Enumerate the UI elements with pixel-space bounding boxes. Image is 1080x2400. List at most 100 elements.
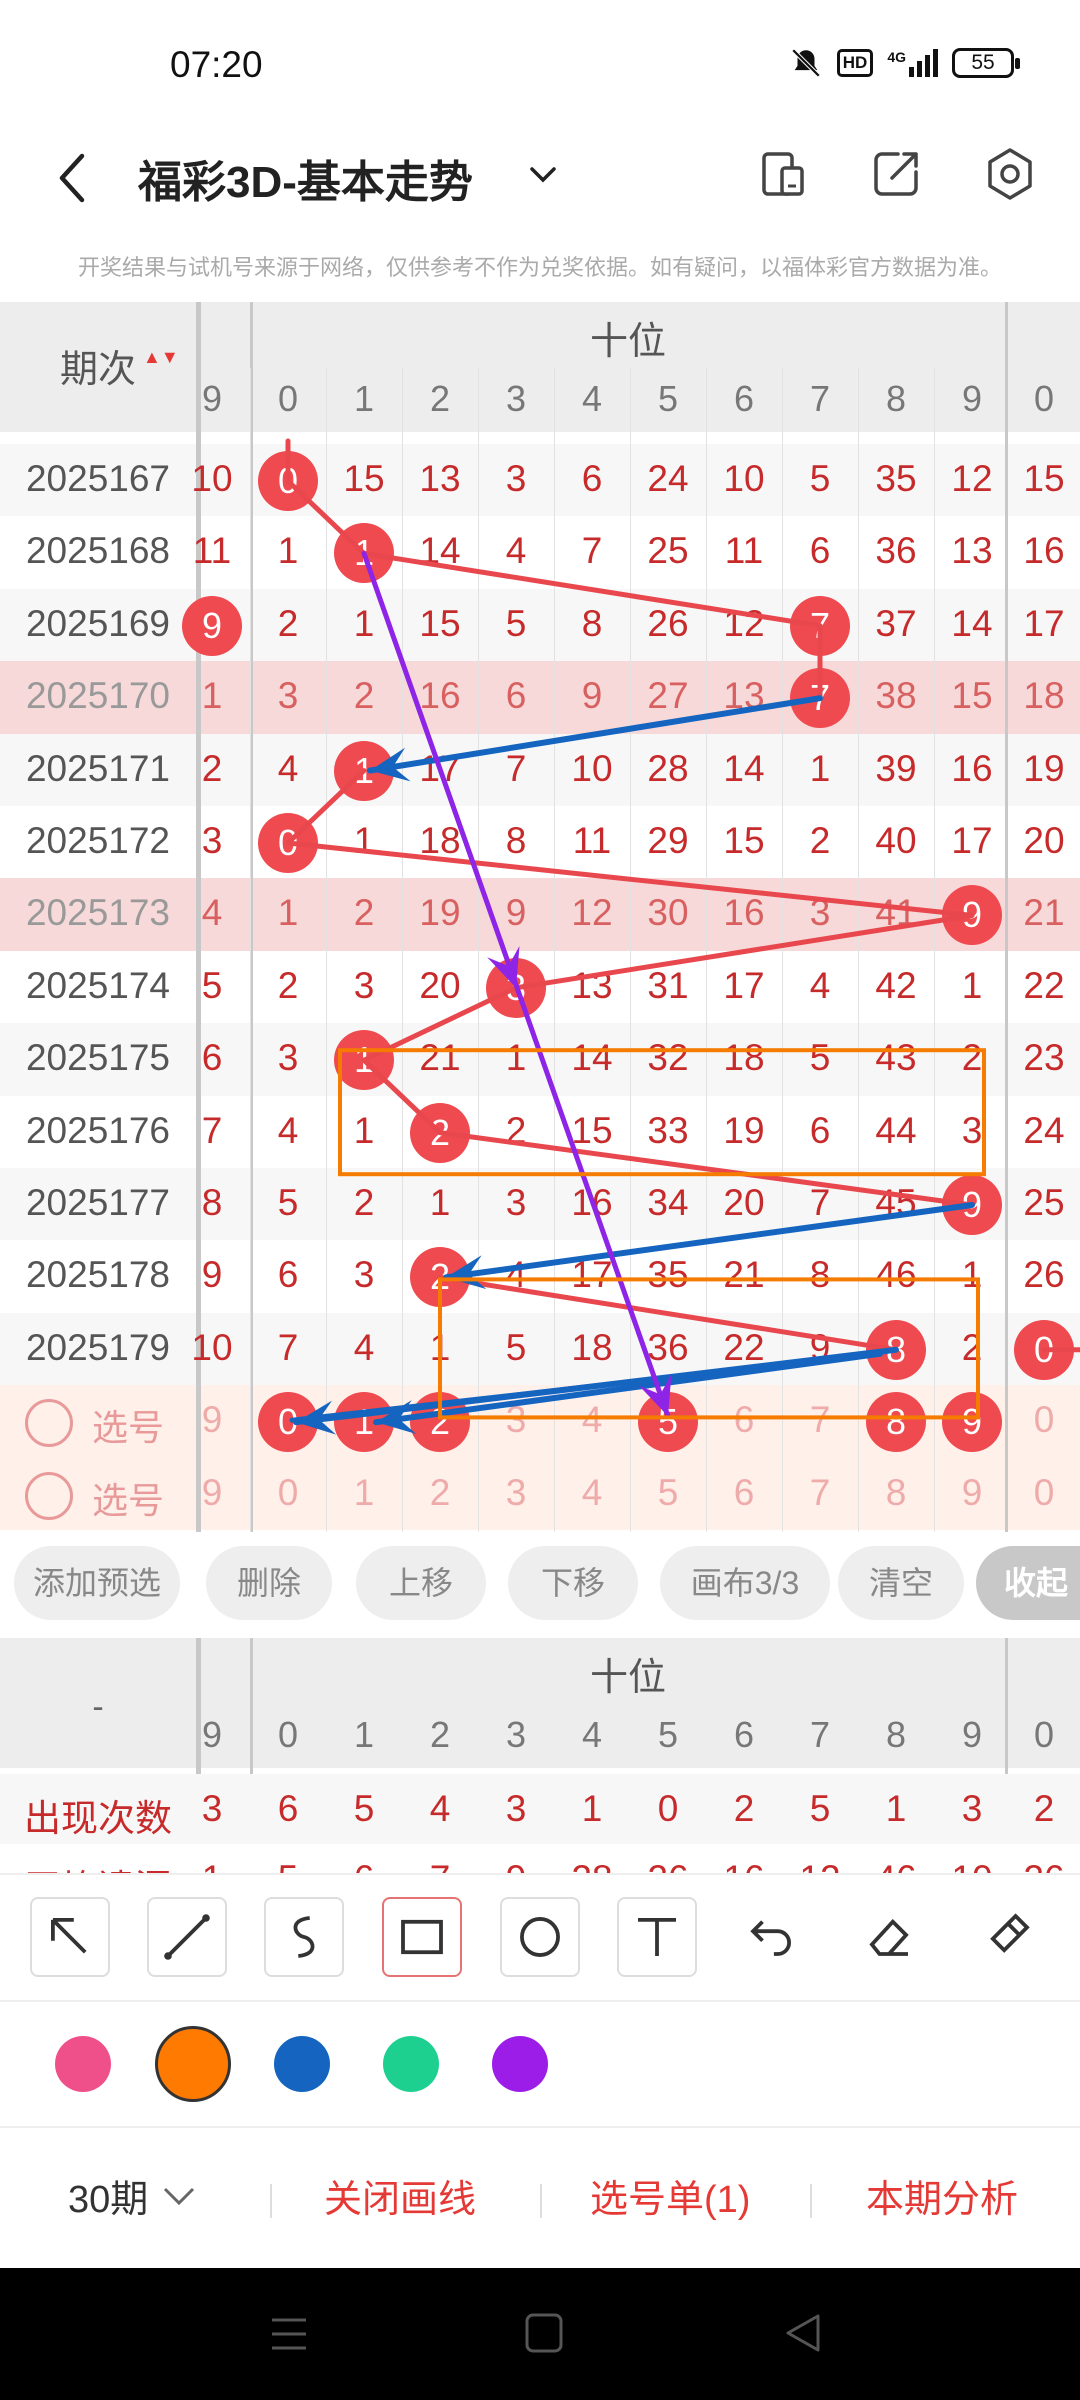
chevron-down-icon[interactable] xyxy=(528,160,558,190)
move-up-button[interactable]: 上移 xyxy=(356,1546,486,1620)
selected-ball[interactable]: 9 xyxy=(942,1392,1002,1453)
arrow-tool-button[interactable] xyxy=(30,1897,110,1977)
select-cell[interactable]: 1 xyxy=(326,1472,402,1514)
table-cell: 1 xyxy=(277,530,299,572)
add-preselect-button[interactable]: 添加预选 xyxy=(14,1546,180,1620)
sort-icon[interactable]: ▲▼ xyxy=(143,348,179,388)
table-cell: 16 xyxy=(723,892,765,934)
delete-button[interactable]: 删除 xyxy=(206,1546,332,1620)
selection-list-button[interactable]: 选号单(1) xyxy=(590,2168,750,2223)
table-cell: 2 xyxy=(277,964,299,1006)
select-row-label[interactable]: 选号 xyxy=(92,1399,164,1451)
select-cell[interactable]: 9 xyxy=(934,1472,1010,1514)
select-radio[interactable] xyxy=(25,1399,73,1448)
selected-ball[interactable]: 2 xyxy=(410,1392,470,1453)
color-swatch[interactable] xyxy=(383,2036,439,2092)
eraser-tool-button[interactable] xyxy=(851,1897,931,1977)
table-cell: 7 xyxy=(201,1109,223,1151)
undo-tool-button[interactable] xyxy=(734,1897,814,1977)
battery-icon: 55 xyxy=(952,48,1020,78)
stats-column-header: 5 xyxy=(657,1714,679,1755)
table-cell: 12 xyxy=(571,892,613,934)
table-cell: 10 xyxy=(723,458,765,499)
select-cell[interactable]: 0 xyxy=(1006,1399,1080,1441)
select-cell[interactable]: 9 xyxy=(174,1399,250,1441)
select-cell[interactable]: 6 xyxy=(706,1472,782,1514)
hit-ball: 0 xyxy=(258,813,318,873)
table-cell: 28 xyxy=(647,747,689,789)
stats-cell: 28 xyxy=(554,1858,630,1873)
circle-tool-button[interactable] xyxy=(500,1897,580,1977)
hd-badge: HD xyxy=(836,49,874,77)
selected-ball[interactable]: 0 xyxy=(258,1392,318,1453)
table-cell: 22 xyxy=(723,1326,765,1368)
curve-icon xyxy=(293,1916,315,1958)
color-swatch[interactable] xyxy=(492,2036,548,2092)
settings-icon[interactable] xyxy=(980,144,1040,204)
select-cell[interactable]: 7 xyxy=(782,1399,858,1441)
period-analysis-button[interactable]: 本期分析 xyxy=(866,2168,1018,2223)
table-cell: 4 xyxy=(201,892,223,934)
canvas-page-button[interactable]: 画布3/3 xyxy=(660,1546,830,1620)
selected-ball[interactable]: 8 xyxy=(866,1392,926,1453)
stats-corner: - xyxy=(92,1688,104,1726)
collapse-button[interactable]: 收起 xyxy=(976,1546,1080,1620)
table-cell: 3 xyxy=(353,964,375,1006)
select-cell[interactable]: 6 xyxy=(706,1399,782,1441)
select-cell[interactable]: 2 xyxy=(402,1472,478,1514)
clear-brush-tool-button[interactable] xyxy=(970,1897,1050,1977)
share-icon[interactable] xyxy=(866,144,926,204)
table-cell: 11 xyxy=(192,530,232,572)
table-cell: 7 xyxy=(505,747,527,789)
hit-ball: 1 xyxy=(334,740,394,801)
select-cell[interactable]: 4 xyxy=(554,1472,630,1514)
back-icon[interactable] xyxy=(52,148,92,208)
select-row-label[interactable]: 选号 xyxy=(92,1472,164,1524)
curve-tool-button[interactable] xyxy=(264,1897,344,1977)
stats-cell: 9 xyxy=(478,1858,554,1873)
table-cell: 15 xyxy=(343,458,385,499)
close-lines-button[interactable]: 关闭画线 xyxy=(324,2168,476,2223)
select-cell[interactable]: 8 xyxy=(858,1472,934,1514)
select-cell[interactable]: 0 xyxy=(250,1472,326,1514)
select-cell[interactable]: 9 xyxy=(174,1472,250,1514)
home-icon[interactable] xyxy=(524,2312,564,2354)
column-header: 2 xyxy=(429,378,451,419)
selected-ball[interactable]: 5 xyxy=(638,1392,698,1453)
selected-ball[interactable]: 1 xyxy=(334,1392,394,1453)
color-swatch[interactable] xyxy=(55,2036,111,2092)
select-cell[interactable]: 4 xyxy=(554,1399,630,1441)
table-cell: 2 xyxy=(353,892,375,934)
table-cell: 10 xyxy=(571,747,613,789)
select-cell[interactable]: 0 xyxy=(1006,1472,1080,1514)
table-cell: 3 xyxy=(505,458,527,499)
move-down-button[interactable]: 下移 xyxy=(508,1546,638,1620)
layout-icon[interactable] xyxy=(754,144,814,204)
back-nav-icon[interactable] xyxy=(782,2312,822,2354)
select-cell[interactable]: 3 xyxy=(478,1399,554,1441)
select-cell[interactable]: 5 xyxy=(630,1472,706,1514)
color-swatch[interactable] xyxy=(274,2036,330,2092)
table-cell: 10 xyxy=(191,1326,233,1368)
line-tool-button[interactable] xyxy=(147,1897,227,1977)
table-cell: 6 xyxy=(809,530,831,572)
select-cell[interactable]: 7 xyxy=(782,1472,858,1514)
table-row-period: 2025167 xyxy=(25,458,171,499)
page-title[interactable]: 福彩3D-基本走势 xyxy=(138,146,473,210)
period-select[interactable]: 30期 xyxy=(68,2168,196,2223)
clear-button[interactable]: 清空 xyxy=(838,1546,964,1620)
select-cell[interactable]: 3 xyxy=(478,1472,554,1514)
stats-column-header: 9 xyxy=(201,1714,223,1755)
table-row-period: 2025168 xyxy=(25,530,171,572)
color-swatch[interactable] xyxy=(155,2026,231,2102)
table-cell: 11 xyxy=(572,820,612,861)
menu-icon[interactable] xyxy=(268,2314,310,2354)
table-cell: 18 xyxy=(419,820,461,861)
select-radio[interactable] xyxy=(25,1471,73,1520)
table-cell: 26 xyxy=(1023,1254,1065,1296)
stats-cell: 0 xyxy=(657,1788,679,1829)
table-cell: 11 xyxy=(724,530,764,572)
table-row-period: 2025169 xyxy=(25,602,171,644)
text-tool-button[interactable] xyxy=(617,1897,697,1977)
rectangle-tool-button[interactable] xyxy=(382,1897,462,1977)
